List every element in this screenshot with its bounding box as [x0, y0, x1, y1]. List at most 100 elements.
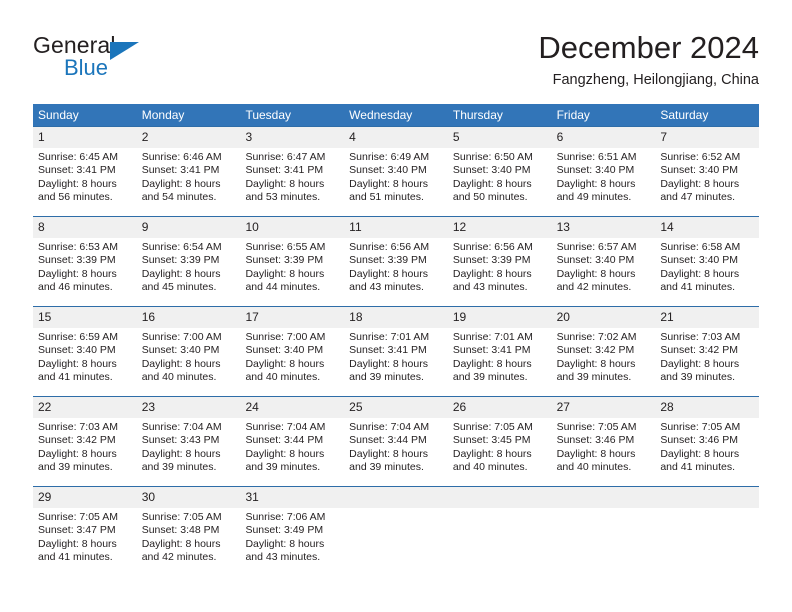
daylight-text-line1: Daylight: 8 hours	[141, 357, 221, 370]
day-cell[interactable]: 19 Sunrise: 7:01 AM Sunset: 3:41 PM Dayl…	[447, 307, 552, 396]
day-cell[interactable]: 12 Sunrise: 6:56 AM Sunset: 3:39 PM Dayl…	[447, 217, 552, 306]
sunset-text: Sunset: 3:40 PM	[245, 344, 324, 357]
day-cell[interactable]: 29 Sunrise: 7:05 AM Sunset: 3:47 PM Dayl…	[33, 487, 137, 576]
daylight-text-line2: and 39 minutes.	[141, 461, 217, 474]
sunrise-text: Sunrise: 6:57 AM	[556, 241, 637, 253]
daylight-text-line1: Daylight: 8 hours	[245, 537, 325, 550]
day-cell[interactable]: 1 Sunrise: 6:45 AM Sunset: 3:41 PM Dayli…	[33, 127, 137, 216]
daylight-text-line2: and 39 minutes.	[452, 371, 528, 384]
day-cell-empty	[447, 487, 552, 576]
week-row: 22 Sunrise: 7:03 AM Sunset: 3:42 PM Dayl…	[33, 396, 760, 486]
day-number: 22	[33, 397, 137, 418]
sunrise-text: Sunrise: 6:53 AM	[38, 241, 118, 253]
day-cell[interactable]: 14 Sunrise: 6:58 AM Sunset: 3:40 PM Dayl…	[655, 217, 760, 306]
week-row: 8 Sunrise: 6:53 AM Sunset: 3:39 PM Dayli…	[33, 216, 760, 306]
day-cell[interactable]: 5 Sunrise: 6:50 AM Sunset: 3:40 PM Dayli…	[447, 127, 552, 216]
day-cell[interactable]: 23 Sunrise: 7:04 AM Sunset: 3:43 PM Dayl…	[136, 397, 241, 486]
day-cell[interactable]: 28 Sunrise: 7:05 AM Sunset: 3:46 PM Dayl…	[655, 397, 760, 486]
weekday-tuesday: Tuesday	[245, 108, 292, 122]
daylight-text-line2: and 39 minutes.	[349, 461, 424, 474]
day-cell[interactable]: 30 Sunrise: 7:05 AM Sunset: 3:48 PM Dayl…	[136, 487, 241, 576]
day-cell[interactable]: 3 Sunrise: 6:47 AM Sunset: 3:41 PM Dayli…	[240, 127, 345, 216]
day-cell[interactable]: 20 Sunrise: 7:02 AM Sunset: 3:42 PM Dayl…	[551, 307, 656, 396]
day-cell-empty	[551, 487, 656, 576]
weekday-saturday: Saturday	[660, 108, 709, 122]
day-number: 17	[240, 307, 345, 328]
day-cell[interactable]: 7 Sunrise: 6:52 AM Sunset: 3:40 PM Dayli…	[655, 127, 760, 216]
day-cell[interactable]: 25 Sunrise: 7:04 AM Sunset: 3:44 PM Dayl…	[344, 397, 448, 486]
day-details: Sunrise: 6:47 AM Sunset: 3:41 PM Dayligh…	[240, 148, 344, 205]
day-cell[interactable]: 31 Sunrise: 7:06 AM Sunset: 3:49 PM Dayl…	[240, 487, 345, 576]
day-number: 13	[551, 217, 656, 238]
general-blue-logo[interactable]: General Blue	[33, 32, 233, 90]
day-cell[interactable]: 11 Sunrise: 6:56 AM Sunset: 3:39 PM Dayl…	[344, 217, 448, 306]
day-details: Sunrise: 7:05 AM Sunset: 3:47 PM Dayligh…	[33, 508, 137, 565]
sunrise-text: Sunrise: 6:51 AM	[556, 151, 637, 163]
day-cell[interactable]: 2 Sunrise: 6:46 AM Sunset: 3:41 PM Dayli…	[136, 127, 241, 216]
triangle-flag-icon	[110, 42, 139, 60]
day-details: Sunrise: 6:51 AM Sunset: 3:40 PM Dayligh…	[552, 148, 656, 205]
day-cell[interactable]: 13 Sunrise: 6:57 AM Sunset: 3:40 PM Dayl…	[551, 217, 656, 306]
day-cell[interactable]: 21 Sunrise: 7:03 AM Sunset: 3:42 PM Dayl…	[655, 307, 760, 396]
sunset-text: Sunset: 3:41 PM	[349, 344, 427, 357]
day-cell[interactable]: 15 Sunrise: 6:59 AM Sunset: 3:40 PM Dayl…	[33, 307, 137, 396]
day-cell[interactable]: 17 Sunrise: 7:00 AM Sunset: 3:40 PM Dayl…	[240, 307, 345, 396]
day-cell[interactable]: 9 Sunrise: 6:54 AM Sunset: 3:39 PM Dayli…	[136, 217, 241, 306]
daylight-text-line1: Daylight: 8 hours	[38, 357, 117, 370]
sunrise-text: Sunrise: 7:05 AM	[141, 511, 222, 523]
calendar-page: General Blue December 2024 Fangzheng, He…	[0, 0, 792, 612]
day-details: Sunrise: 6:59 AM Sunset: 3:40 PM Dayligh…	[33, 328, 137, 385]
day-number: 19	[447, 307, 552, 328]
day-cell[interactable]: 24 Sunrise: 7:04 AM Sunset: 3:44 PM Dayl…	[240, 397, 345, 486]
daylight-text-line2: and 43 minutes.	[349, 281, 424, 294]
day-cell[interactable]: 4 Sunrise: 6:49 AM Sunset: 3:40 PM Dayli…	[344, 127, 448, 216]
daylight-text-line2: and 41 minutes.	[38, 371, 113, 384]
day-number: 3	[240, 127, 345, 148]
daylight-text-line2: and 43 minutes.	[245, 551, 321, 564]
day-details: Sunrise: 6:57 AM Sunset: 3:40 PM Dayligh…	[552, 238, 656, 295]
day-cell[interactable]: 6 Sunrise: 6:51 AM Sunset: 3:40 PM Dayli…	[551, 127, 656, 216]
sunrise-text: Sunrise: 6:58 AM	[660, 241, 741, 253]
day-details: Sunrise: 7:01 AM Sunset: 3:41 PM Dayligh…	[448, 328, 552, 385]
week-row: 1 Sunrise: 6:45 AM Sunset: 3:41 PM Dayli…	[33, 126, 760, 216]
daylight-text-line2: and 39 minutes.	[660, 371, 736, 384]
sunrise-text: Sunrise: 7:03 AM	[660, 331, 741, 343]
day-number: 24	[240, 397, 345, 418]
sunrise-text: Sunrise: 6:46 AM	[141, 151, 222, 163]
day-details: Sunrise: 7:02 AM Sunset: 3:42 PM Dayligh…	[552, 328, 656, 385]
day-cell[interactable]: 26 Sunrise: 7:05 AM Sunset: 3:45 PM Dayl…	[447, 397, 552, 486]
daylight-text-line1: Daylight: 8 hours	[660, 177, 740, 190]
day-number: 5	[447, 127, 552, 148]
day-cell[interactable]: 22 Sunrise: 7:03 AM Sunset: 3:42 PM Dayl…	[33, 397, 137, 486]
daylight-text-line2: and 50 minutes.	[452, 191, 528, 204]
sunrise-text: Sunrise: 7:05 AM	[38, 511, 118, 523]
sunset-text: Sunset: 3:46 PM	[556, 434, 635, 447]
day-cell[interactable]: 27 Sunrise: 7:05 AM Sunset: 3:46 PM Dayl…	[551, 397, 656, 486]
calendar-grid: Sunday Monday Tuesday Wednesday Thursday…	[33, 104, 760, 576]
daylight-text-line1: Daylight: 8 hours	[660, 447, 740, 460]
daylight-text-line1: Daylight: 8 hours	[245, 177, 325, 190]
day-details: Sunrise: 6:52 AM Sunset: 3:40 PM Dayligh…	[655, 148, 759, 205]
sunrise-text: Sunrise: 7:06 AM	[245, 511, 326, 523]
daylight-text-line2: and 41 minutes.	[38, 551, 113, 564]
day-number	[344, 487, 448, 508]
day-cell[interactable]: 10 Sunrise: 6:55 AM Sunset: 3:39 PM Dayl…	[240, 217, 345, 306]
day-cell[interactable]: 8 Sunrise: 6:53 AM Sunset: 3:39 PM Dayli…	[33, 217, 137, 306]
sunrise-text: Sunrise: 7:01 AM	[452, 331, 533, 343]
daylight-text-line1: Daylight: 8 hours	[38, 267, 117, 280]
sunrise-text: Sunrise: 7:00 AM	[141, 331, 222, 343]
day-details: Sunrise: 6:55 AM Sunset: 3:39 PM Dayligh…	[240, 238, 344, 295]
weekday-header-row: Sunday Monday Tuesday Wednesday Thursday…	[33, 104, 759, 126]
day-number: 15	[33, 307, 137, 328]
daylight-text-line1: Daylight: 8 hours	[349, 357, 428, 370]
sunset-text: Sunset: 3:40 PM	[556, 254, 635, 267]
daylight-text-line1: Daylight: 8 hours	[245, 357, 325, 370]
daylight-text-line2: and 56 minutes.	[38, 191, 113, 204]
daylight-text-line1: Daylight: 8 hours	[556, 177, 636, 190]
day-details: Sunrise: 7:04 AM Sunset: 3:43 PM Dayligh…	[137, 418, 241, 475]
day-cell[interactable]: 18 Sunrise: 7:01 AM Sunset: 3:41 PM Dayl…	[344, 307, 448, 396]
day-cell[interactable]: 16 Sunrise: 7:00 AM Sunset: 3:40 PM Dayl…	[136, 307, 241, 396]
sunset-text: Sunset: 3:47 PM	[38, 524, 116, 537]
week-row: 15 Sunrise: 6:59 AM Sunset: 3:40 PM Dayl…	[33, 306, 760, 396]
sunset-text: Sunset: 3:39 PM	[245, 254, 324, 267]
